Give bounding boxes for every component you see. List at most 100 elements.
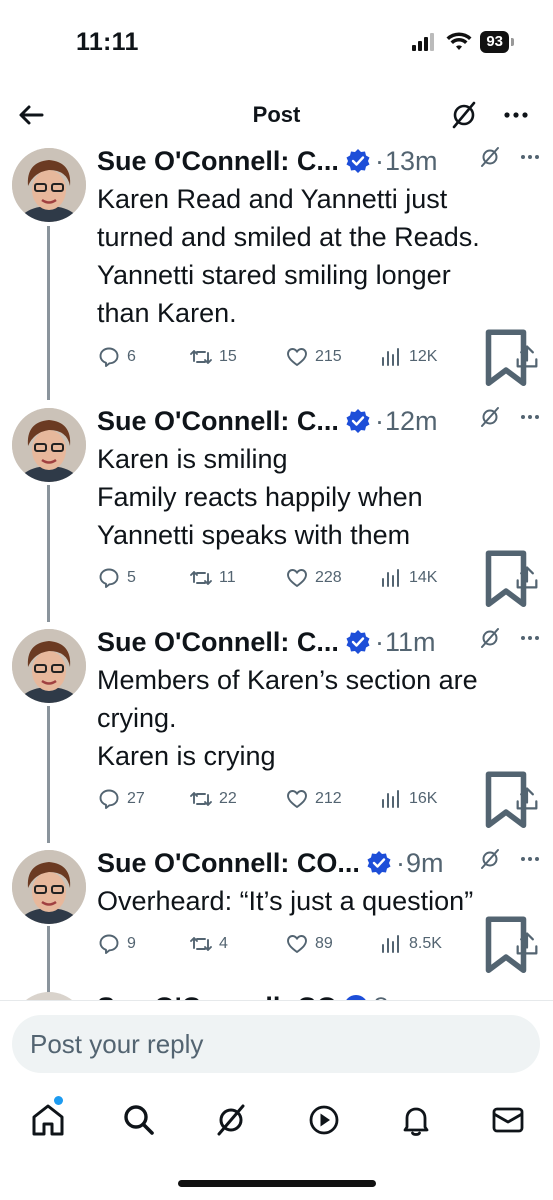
- verified-badge-icon: [367, 851, 391, 875]
- notifications-icon[interactable]: [396, 1100, 436, 1140]
- reply-bar: Post your reply: [0, 1000, 553, 1088]
- like-button[interactable]: 228: [285, 566, 342, 590]
- author-name[interactable]: Sue O'Connell: C...: [97, 146, 339, 177]
- repost-icon: [190, 937, 212, 951]
- repost-button[interactable]: 15: [189, 345, 237, 369]
- status-icons: 93: [412, 31, 514, 53]
- repost-icon: [190, 350, 212, 364]
- reply-button[interactable]: 27: [97, 787, 145, 811]
- heart-icon: [287, 935, 307, 953]
- post-time[interactable]: 9m: [406, 848, 444, 879]
- post-header-row: Sue O'Connell: CO 8m: [97, 988, 541, 1000]
- author-name[interactable]: Sue O'Connell: CO: [97, 992, 337, 1001]
- post-head-actions: [479, 406, 541, 428]
- author-name[interactable]: Sue O'Connell: CO...: [97, 848, 360, 879]
- grok-icon[interactable]: [479, 627, 501, 649]
- more-options-icon[interactable]: [519, 848, 541, 870]
- post-time[interactable]: 11m: [385, 627, 436, 658]
- verified-badge-icon: [346, 149, 370, 173]
- views-button[interactable]: 8.5K: [379, 932, 442, 956]
- reply-button[interactable]: 6: [97, 345, 136, 369]
- search-icon[interactable]: [119, 1100, 159, 1140]
- author-name[interactable]: Sue O'Connell: C...: [97, 406, 339, 437]
- home-icon[interactable]: [28, 1100, 68, 1140]
- more-options-icon[interactable]: [501, 100, 531, 130]
- repost-button[interactable]: 22: [189, 787, 237, 811]
- views-icon: [382, 348, 399, 366]
- post-actions: 6 15 215 12K: [97, 329, 541, 387]
- reply-icon: [99, 934, 119, 954]
- reply-button[interactable]: 5: [97, 566, 136, 590]
- post-header-row: Sue O'Connell: C... · 11m: [97, 623, 541, 661]
- thread-connector: [47, 485, 50, 622]
- repost-button[interactable]: 11: [189, 566, 236, 590]
- like-button[interactable]: 212: [285, 787, 342, 811]
- separator-dot: ·: [374, 626, 384, 657]
- profile-photo: [12, 629, 86, 703]
- grok-icon[interactable]: [479, 146, 501, 168]
- share-icon[interactable]: [513, 343, 541, 371]
- avatar[interactable]: [12, 992, 86, 1000]
- profile-photo: [12, 408, 86, 482]
- repost-button[interactable]: 4: [189, 932, 228, 956]
- post-header-row: Sue O'Connell: CO... · 9m: [97, 844, 541, 882]
- author-name[interactable]: Sue O'Connell: C...: [97, 627, 339, 658]
- post-time[interactable]: 13m: [385, 146, 438, 177]
- post-time[interactable]: 12m: [385, 406, 438, 437]
- separator-dot: ·: [374, 145, 384, 176]
- bottom-tab-bar: [0, 1088, 553, 1200]
- more-options-icon[interactable]: [519, 627, 541, 649]
- grok-icon[interactable]: [211, 1100, 251, 1140]
- status-time: 11:11: [76, 28, 139, 56]
- wifi-icon: [446, 32, 472, 50]
- grok-icon[interactable]: [479, 406, 501, 428]
- thread-feed: Sue O'Connell: C... · 13m Karen Read and…: [0, 140, 553, 1000]
- view-count: 8.5K: [409, 935, 442, 952]
- signal-icon: [412, 33, 435, 51]
- post-actions: 5 11 228 14K: [97, 550, 541, 608]
- avatar[interactable]: [12, 850, 86, 924]
- home-indicator[interactable]: [178, 1180, 376, 1187]
- separator-dot: ·: [395, 847, 405, 878]
- avatar[interactable]: [12, 148, 86, 222]
- views-button[interactable]: 14K: [379, 566, 437, 590]
- post-actions: 9 4 89 8.5K: [97, 916, 541, 974]
- post-header: Post: [0, 86, 553, 146]
- grok-icon[interactable]: [449, 100, 479, 130]
- repost-count: 22: [219, 790, 237, 807]
- view-count: 16K: [409, 790, 438, 807]
- profile-photo: [12, 850, 86, 924]
- reply-input[interactable]: Post your reply: [12, 1015, 540, 1073]
- share-icon[interactable]: [513, 564, 541, 592]
- separator-dot: ·: [374, 405, 384, 436]
- reply-icon: [99, 568, 119, 588]
- more-options-icon[interactable]: [519, 146, 541, 168]
- avatar[interactable]: [12, 408, 86, 482]
- like-button[interactable]: 89: [285, 932, 333, 956]
- avatar[interactable]: [12, 629, 86, 703]
- video-icon[interactable]: [304, 1100, 344, 1140]
- grok-icon[interactable]: [479, 848, 501, 870]
- thread-post-partial[interactable]: Sue O'Connell: CO 8m: [0, 986, 553, 1000]
- like-button[interactable]: 215: [285, 345, 342, 369]
- reply-button[interactable]: 9: [97, 932, 136, 956]
- views-icon: [382, 790, 399, 808]
- views-button[interactable]: 16K: [379, 787, 437, 811]
- like-count: 215: [315, 348, 342, 365]
- reply-icon: [99, 347, 119, 367]
- status-bar: 11:11 93: [0, 0, 553, 80]
- share-icon[interactable]: [513, 785, 541, 813]
- like-count: 212: [315, 790, 342, 807]
- post-actions: 27 22 212 16K: [97, 771, 541, 829]
- share-icon[interactable]: [513, 930, 541, 958]
- verified-badge-icon: [346, 630, 370, 654]
- heart-icon: [287, 569, 307, 587]
- heart-icon: [287, 790, 307, 808]
- post-text: Karen is smiling Family reacts happily w…: [97, 444, 423, 550]
- views-button[interactable]: 12K: [379, 345, 437, 369]
- more-options-icon[interactable]: [519, 406, 541, 428]
- post-head-actions: [479, 627, 541, 649]
- post-header-row: Sue O'Connell: C... · 12m: [97, 402, 541, 440]
- post-time[interactable]: 8m: [373, 992, 411, 1001]
- messages-icon[interactable]: [488, 1100, 528, 1140]
